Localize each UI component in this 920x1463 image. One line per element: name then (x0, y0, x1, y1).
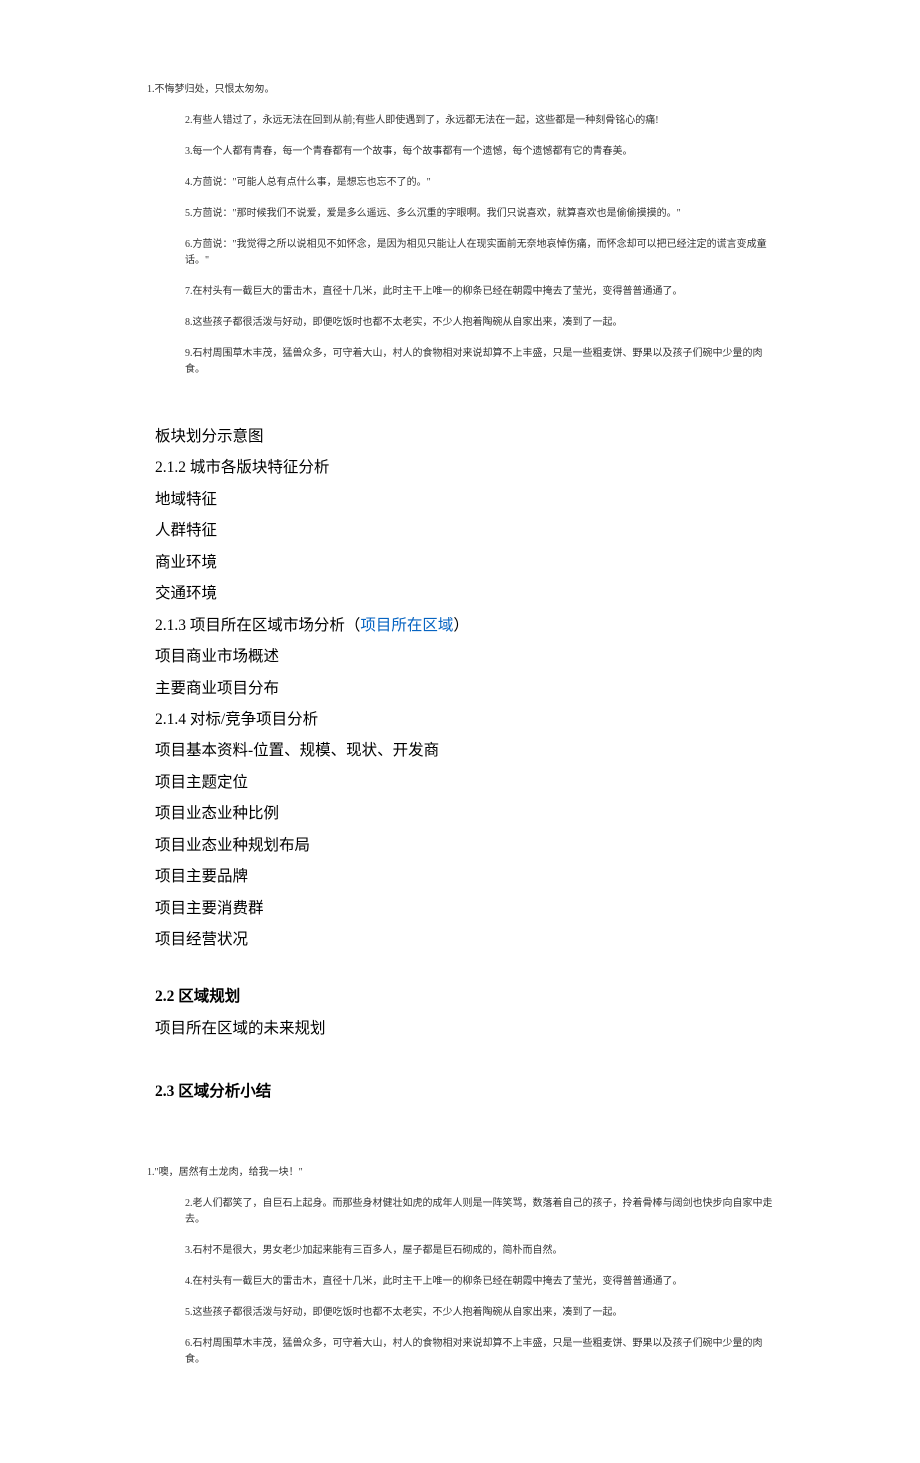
heading-2-1-4: 2.1.4 对标/竞争项目分析 (155, 705, 780, 734)
quote-line: 7.在村头有一截巨大的雷击木，直径十几米，此时主干上唯一的柳条已经在朝霞中掩去了… (185, 284, 780, 300)
body-text: 项目主题定位 (155, 768, 780, 797)
quote-line: 1."噢，居然有土龙肉，给我一块！" (147, 1165, 780, 1181)
heading-2-1-2: 2.1.2 城市各版块特征分析 (155, 453, 780, 482)
body-text: 人群特征 (155, 516, 780, 545)
body-text: 项目基本资料-位置、规模、现状、开发商 (155, 736, 780, 765)
quote-line: 3.每一个人都有青春，每一个青春都有一个故事，每个故事都有一个遗憾，每个遗憾都有… (185, 144, 780, 160)
quote-line: 2.老人们都笑了，自巨石上起身。而那些身材健壮如虎的成年人则是一阵笑骂，数落着自… (185, 1196, 780, 1228)
body-text: 项目主要品牌 (155, 862, 780, 891)
quote-line: 9.石村周围草木丰茂，猛兽众多，可守着大山，村人的食物相对来说却算不上丰盛，只是… (185, 346, 780, 378)
heading-2-1-3: 2.1.3 项目所在区域市场分析（项目所在区域） (155, 611, 780, 640)
body-text: 项目业态业种规划布局 (155, 831, 780, 860)
body-text: 项目所在区域的未来规划 (155, 1014, 780, 1043)
region-link[interactable]: 项目所在区域 (360, 617, 453, 634)
quote-line: 1.不悔梦归处，只恨太匆匆。 (147, 82, 780, 98)
quote-line: 6.石村周围草木丰茂，猛兽众多，可守着大山，村人的食物相对来说却算不上丰盛，只是… (185, 1336, 780, 1368)
quote-line: 6.方茴说："我觉得之所以说相见不如怀念，是因为相见只能让人在现实面前无奈地哀悼… (185, 237, 780, 269)
quote-line: 4.方茴说："可能人总有点什么事，是想忘也忘不了的。" (185, 175, 780, 191)
body-text: 商业环境 (155, 548, 780, 577)
quote-line: 5.方茴说："那时候我们不说爱，爱是多么遥远、多么沉重的字眼啊。我们只说喜欢，就… (185, 206, 780, 222)
heading-text-pre: 2.1.3 项目所在区域市场分析（ (155, 617, 360, 634)
body-text: 板块划分示意图 (155, 422, 780, 451)
body-text: 主要商业项目分布 (155, 674, 780, 703)
heading-text-post: ） (453, 617, 469, 634)
heading-2-2: 2.2 区域规划 (155, 982, 780, 1011)
heading-2-3: 2.3 区域分析小结 (155, 1077, 780, 1106)
footer-quotes-block: 1."噢，居然有土龙肉，给我一块！" 2.老人们都笑了，自巨石上起身。而那些身材… (155, 1165, 780, 1368)
quote-line: 3.石村不是很大，男女老少加起来能有三百多人，屋子都是巨石砌成的，简朴而自然。 (185, 1243, 780, 1259)
quote-line: 4.在村头有一截巨大的雷击木，直径十几米，此时主干上唯一的柳条已经在朝霞中掩去了… (185, 1274, 780, 1290)
quote-line: 2.有些人错过了，永远无法在回到从前;有些人即使遇到了，永远都无法在一起，这些都… (185, 113, 780, 129)
body-text: 项目商业市场概述 (155, 642, 780, 671)
main-content: 板块划分示意图 2.1.2 城市各版块特征分析 地域特征 人群特征 商业环境 交… (155, 422, 780, 1107)
quote-line: 8.这些孩子都很活泼与好动，即便吃饭时也都不太老实，不少人抱着陶碗从自家出来，凑… (185, 315, 780, 331)
header-quotes-block: 1.不悔梦归处，只恨太匆匆。 2.有些人错过了，永远无法在回到从前;有些人即使遇… (155, 82, 780, 378)
body-text: 交通环境 (155, 579, 780, 608)
body-text: 项目主要消费群 (155, 894, 780, 923)
body-text: 地域特征 (155, 485, 780, 514)
body-text: 项目经营状况 (155, 925, 780, 954)
body-text: 项目业态业种比例 (155, 799, 780, 828)
document-page: 1.不悔梦归处，只恨太匆匆。 2.有些人错过了，永远无法在回到从前;有些人即使遇… (0, 0, 920, 1463)
quote-line: 5.这些孩子都很活泼与好动，即便吃饭时也都不太老实，不少人抱着陶碗从自家出来，凑… (185, 1305, 780, 1321)
